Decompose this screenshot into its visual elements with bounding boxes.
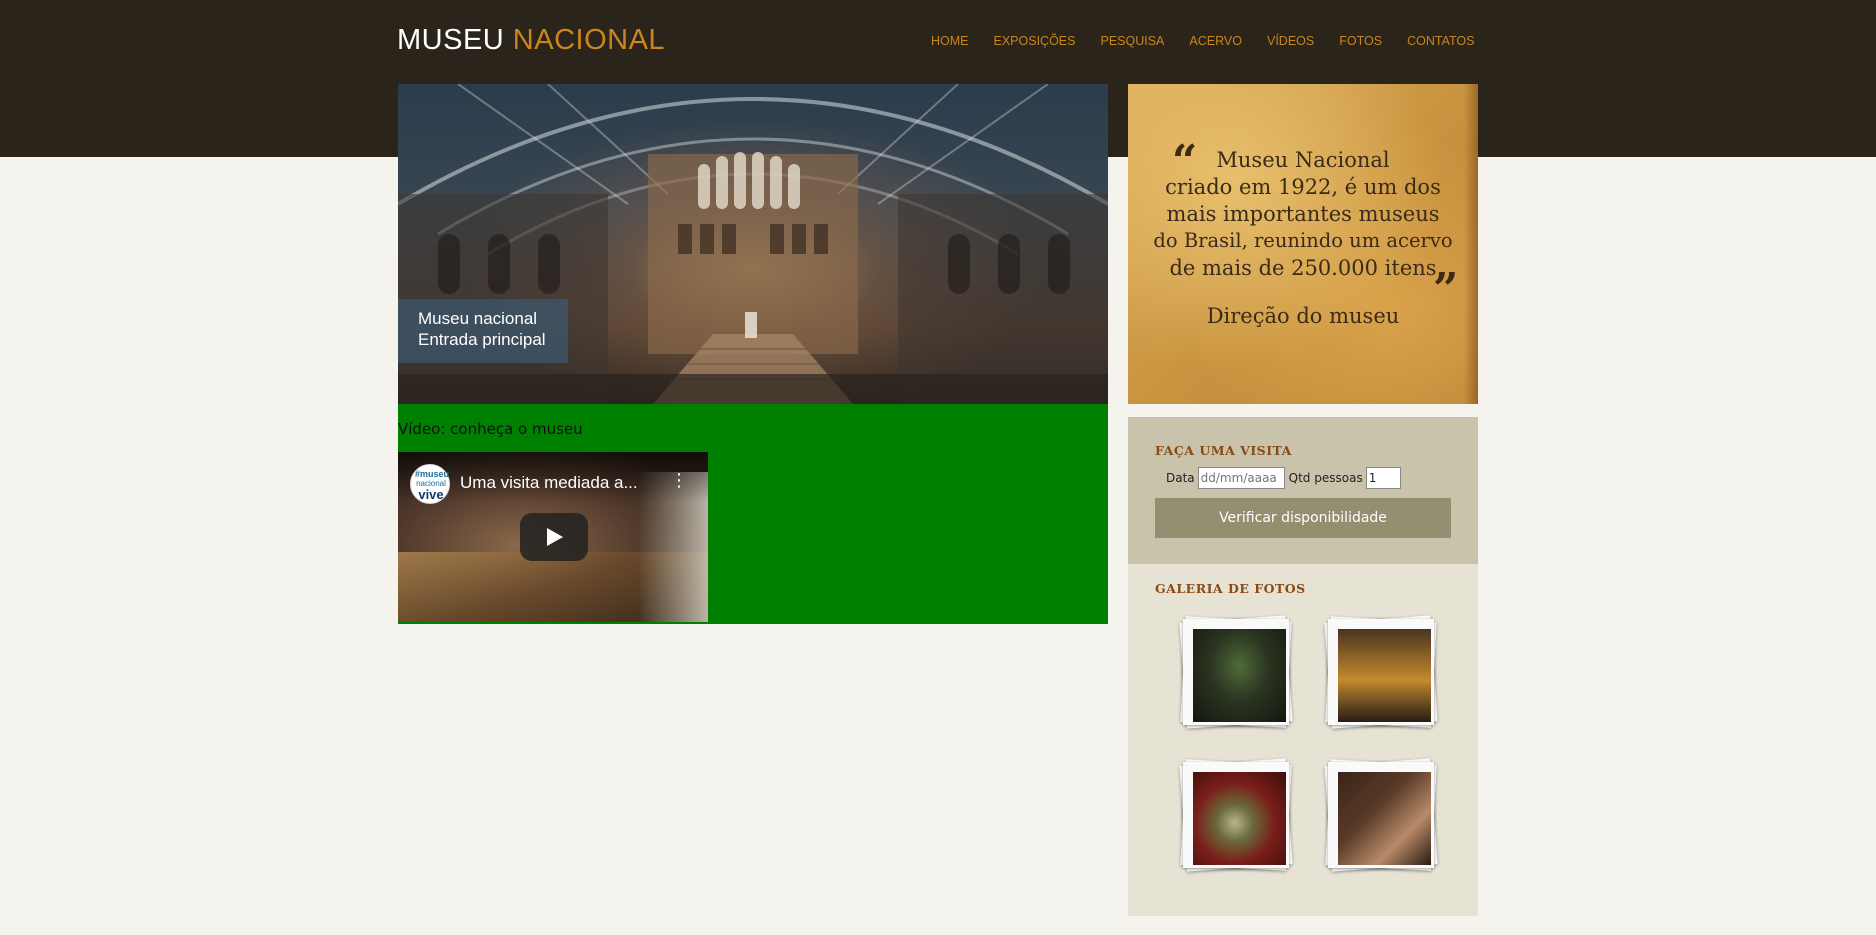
main-nav: HOME EXPOSIÇÕES PESQUISA ACERVO VÍDEOS F… bbox=[931, 34, 1474, 48]
quote-line-5: de mais de 250.000 itens bbox=[1169, 256, 1437, 280]
gallery-photo-4[interactable] bbox=[1324, 758, 1438, 872]
hero-banner-image: Museu nacional Entrada principal bbox=[398, 84, 1108, 404]
nav-exposicoes[interactable]: EXPOSIÇÕES bbox=[994, 34, 1076, 48]
nav-acervo[interactable]: ACERVO bbox=[1189, 34, 1242, 48]
date-label: Data bbox=[1166, 471, 1195, 485]
video-section-title: Vídeo: conheça o museu bbox=[398, 420, 583, 438]
more-options-icon[interactable]: ⋮ bbox=[670, 472, 688, 490]
quote-line-3: mais importantes museus bbox=[1166, 202, 1440, 226]
gallery-photo-1[interactable] bbox=[1179, 615, 1293, 729]
nav-videos[interactable]: VÍDEOS bbox=[1267, 34, 1314, 48]
gallery-photo-3[interactable] bbox=[1179, 758, 1293, 872]
nav-fotos[interactable]: FOTOS bbox=[1339, 34, 1382, 48]
photo-1-image bbox=[1193, 629, 1286, 722]
visit-title: FAÇA UMA VISITA bbox=[1155, 443, 1292, 458]
quote-box: “ Museu Nacional criado em 1922, é um do… bbox=[1128, 84, 1478, 404]
visit-form-box: FAÇA UMA VISITA Data Qtd pessoas Verific… bbox=[1128, 417, 1478, 564]
channel-avatar[interactable]: #museu nacional vive bbox=[410, 464, 450, 504]
qty-label: Qtd pessoas bbox=[1288, 471, 1363, 485]
gallery-photo-2[interactable] bbox=[1324, 615, 1438, 729]
quote-line-4: do Brasil, reunindo um acervo bbox=[1153, 229, 1453, 252]
video-title[interactable]: Uma visita mediada a... bbox=[460, 473, 638, 493]
hero-caption-line2: Entrada principal bbox=[418, 330, 546, 349]
photo-3-image bbox=[1193, 772, 1286, 865]
video-section: Vídeo: conheça o museu #museu nacional v… bbox=[398, 404, 1108, 624]
photo-2-image bbox=[1338, 629, 1431, 722]
photo-gallery: GALERIA DE FOTOS bbox=[1128, 564, 1478, 916]
visit-form-row: Data Qtd pessoas bbox=[1166, 467, 1405, 489]
check-availability-button[interactable]: Verificar disponibilidade bbox=[1155, 498, 1451, 538]
gallery-title: GALERIA DE FOTOS bbox=[1155, 581, 1306, 596]
photo-frame bbox=[1328, 619, 1434, 725]
video-player[interactable]: #museu nacional vive Uma visita mediada … bbox=[398, 452, 708, 622]
photo-frame bbox=[1183, 762, 1289, 868]
play-button[interactable] bbox=[520, 513, 588, 561]
quote-line-2: criado em 1922, é um dos bbox=[1165, 175, 1441, 199]
site-logo[interactable]: MUSEU NACIONAL bbox=[397, 24, 665, 57]
channel-avatar-line1: #museu bbox=[415, 469, 450, 479]
nav-home[interactable]: HOME bbox=[931, 34, 969, 48]
logo-text-nacional: NACIONAL bbox=[512, 24, 666, 56]
nav-contatos[interactable]: CONTATOS bbox=[1407, 34, 1474, 48]
quote-line-1: Museu Nacional bbox=[1216, 148, 1390, 172]
quote-author: Direção do museu bbox=[1206, 304, 1400, 328]
photo-frame bbox=[1183, 619, 1289, 725]
photo-frame bbox=[1328, 762, 1434, 868]
logo-text-museu: MUSEU bbox=[397, 24, 505, 56]
hero-caption: Museu nacional Entrada principal bbox=[398, 299, 568, 363]
qty-input[interactable] bbox=[1365, 467, 1401, 489]
hero-caption-line1: Museu nacional bbox=[418, 309, 538, 328]
channel-avatar-line3: vive bbox=[418, 487, 444, 502]
photo-4-image bbox=[1338, 772, 1431, 865]
date-input[interactable] bbox=[1197, 467, 1285, 489]
nav-pesquisa[interactable]: PESQUISA bbox=[1100, 34, 1164, 48]
